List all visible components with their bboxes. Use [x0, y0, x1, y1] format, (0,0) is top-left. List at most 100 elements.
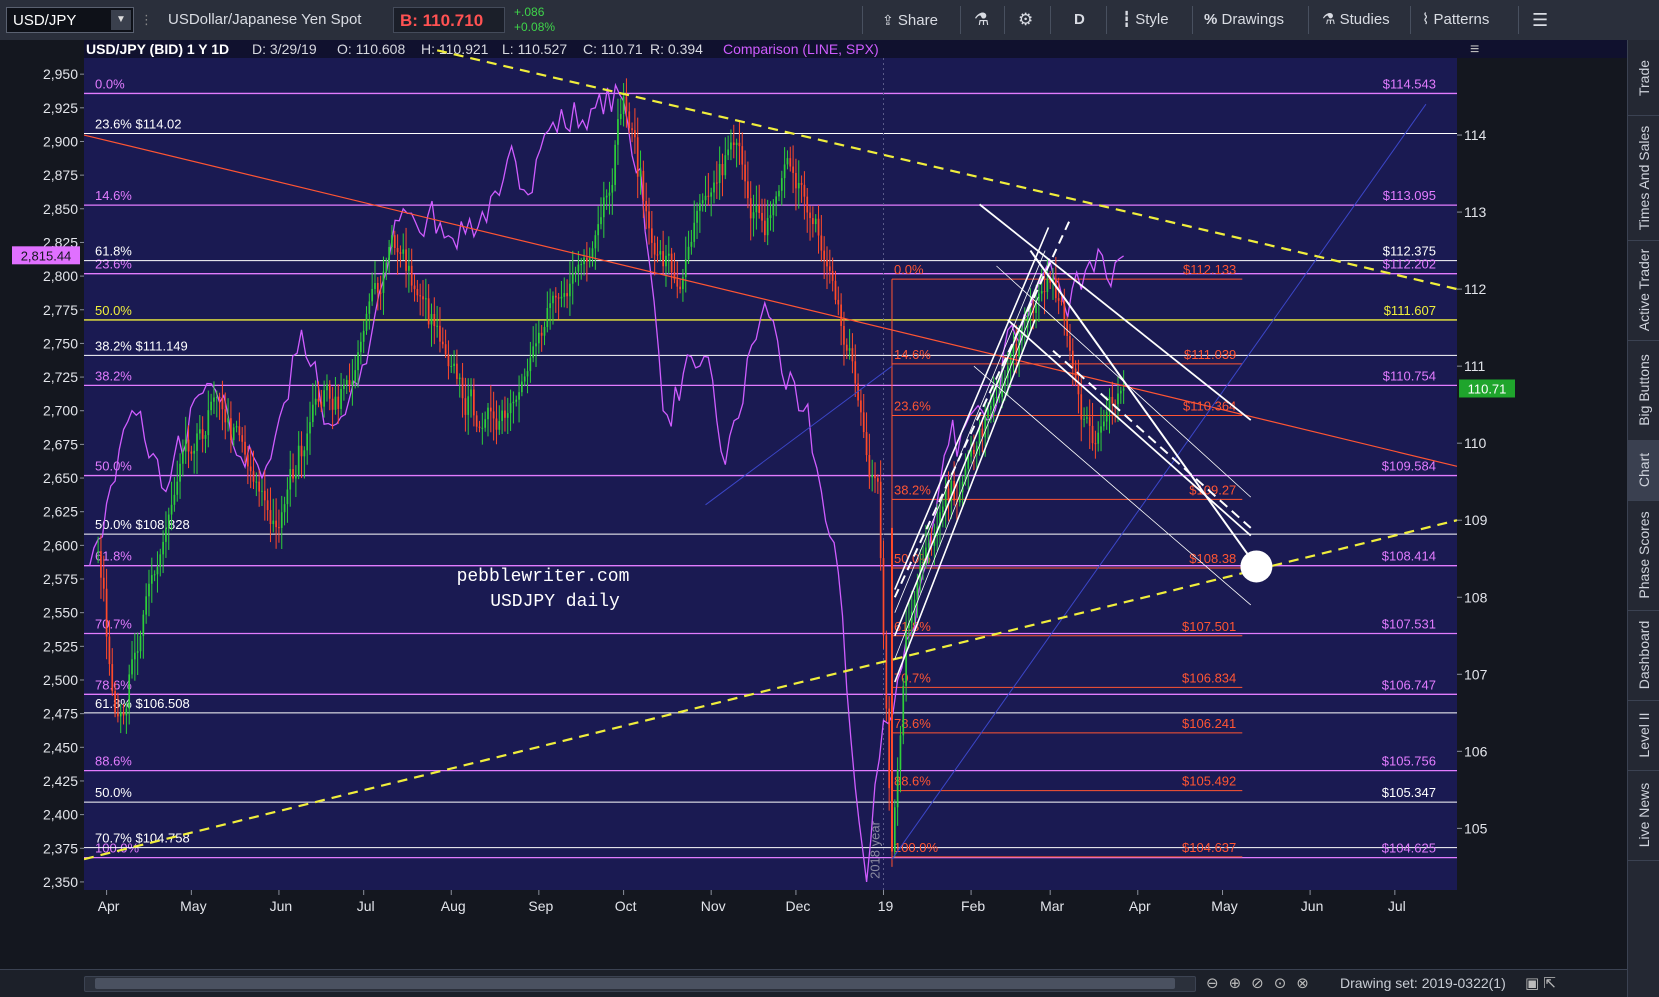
candle-body [300, 445, 303, 457]
timeframe-button[interactable]: D [1074, 0, 1085, 40]
candle-body [854, 361, 857, 384]
candle-body [489, 407, 492, 412]
candle-body [775, 196, 777, 204]
candle-body [569, 283, 571, 297]
drawings-button[interactable]: % Drawings [1204, 0, 1284, 40]
candle-body [941, 506, 944, 513]
side-tab-active-trader[interactable]: Active Trader [1628, 240, 1659, 341]
candle-body [227, 418, 229, 423]
x-tick-label: Apr [1129, 898, 1151, 914]
candle-body [557, 297, 560, 299]
candle-body [506, 413, 509, 418]
side-tab-trade[interactable]: Trade [1628, 40, 1659, 116]
side-tab-level-ii[interactable]: Level II [1628, 700, 1659, 771]
side-tab-phase-scores[interactable]: Phase Scores [1628, 500, 1659, 611]
candle-body [710, 192, 713, 197]
candle-body [699, 203, 701, 211]
candle-body [345, 380, 348, 385]
chart-area[interactable]: USD/JPY (BID) 1 Y 1D D: 3/29/19 O: 110.608… [0, 40, 1627, 969]
candle-body [453, 363, 455, 367]
studies-button[interactable]: ⚗ Studies [1322, 0, 1390, 40]
y-left-tick-label: 2,675 [43, 436, 78, 452]
divider [1518, 6, 1519, 34]
zoom-controls[interactable]: ⊖⊕⊘⊙⊗ [1206, 974, 1319, 992]
candle-body [509, 403, 512, 414]
candle-body [416, 289, 419, 296]
drawing-set-menu-icon[interactable]: ▣ ⇱ [1525, 974, 1556, 992]
x-tick-label: Aug [441, 898, 466, 914]
candle-body [704, 195, 707, 201]
red-fib-label: 0.0% [894, 262, 924, 277]
candle-body [732, 142, 735, 146]
menu-icon[interactable]: ☰ [1532, 0, 1548, 40]
candle-body [820, 235, 823, 251]
candle-body [1097, 432, 1100, 444]
candle-body [176, 481, 179, 495]
candle-body [577, 264, 580, 272]
candle-body [266, 500, 269, 511]
candle-body [201, 429, 204, 439]
y-left-tick-label: 2,350 [43, 874, 78, 890]
candle-body [713, 182, 715, 193]
candle-body [758, 205, 761, 213]
candle-body [645, 200, 648, 212]
patterns-button[interactable]: ⌇ Patterns [1422, 0, 1489, 40]
fib-level-price: $104.625 [1382, 841, 1436, 856]
candle-body [605, 195, 608, 198]
side-tab-times-and-sales[interactable]: Times And Sales [1628, 115, 1659, 241]
candle-body [413, 285, 416, 290]
red-fib-label: 23.6% [894, 398, 931, 413]
candle-body [701, 200, 704, 204]
side-tab-label: Chart [1636, 452, 1652, 488]
candle-body [424, 298, 427, 300]
candle-body [102, 577, 105, 589]
red-fib-price: $104.637 [1182, 840, 1236, 855]
candle-body [823, 250, 826, 260]
candle-body [792, 166, 794, 174]
chart-header-field: R: 0.394 [650, 41, 703, 57]
candle-body [153, 574, 156, 576]
y-left-tick-label: 2,750 [43, 335, 78, 351]
candle-body [780, 178, 783, 191]
divider [1308, 6, 1309, 34]
side-tab-big-buttons[interactable]: Big Buttons [1628, 340, 1659, 441]
candle-body [1091, 425, 1094, 444]
candle-body [244, 441, 246, 455]
candle-body [724, 155, 727, 176]
candle-body [916, 581, 919, 600]
link-icon[interactable]: ⋮ [140, 0, 153, 40]
candle-body [1069, 336, 1071, 351]
y-left-tick-label: 2,650 [43, 470, 78, 486]
horizontal-scrollbar[interactable] [84, 976, 1196, 992]
candle-body [478, 426, 481, 428]
candle-body [450, 366, 453, 368]
candle-body [498, 421, 501, 430]
side-tab-live-news[interactable]: Live News [1628, 770, 1659, 861]
candle-body [221, 398, 224, 410]
share-button[interactable]: ⇪ Share [882, 0, 938, 40]
gear-icon[interactable]: ⚙ [1018, 0, 1033, 40]
candle-body [275, 520, 277, 528]
candle-body [860, 400, 862, 413]
candle-body [331, 398, 334, 410]
candle-body [269, 510, 272, 525]
side-tab-dashboard[interactable]: Dashboard [1628, 610, 1659, 701]
candle-body [410, 265, 413, 286]
side-tab-chart[interactable]: Chart [1628, 440, 1659, 501]
scrollbar-thumb[interactable] [95, 978, 1175, 989]
candle-body [532, 346, 535, 358]
divider [960, 6, 961, 34]
candle-body [797, 182, 800, 189]
flask-icon[interactable]: ⚗ [974, 0, 989, 40]
chevron-down-icon[interactable]: ▼ [111, 10, 131, 30]
style-button[interactable]: ┇ Style [1122, 0, 1169, 40]
candle-body [537, 332, 540, 344]
candle-body [1088, 417, 1091, 426]
symbol-input[interactable]: USD/JPY ▼ [6, 7, 134, 33]
candle-body [625, 96, 628, 112]
candle-body [280, 512, 283, 528]
candle-body [475, 415, 478, 427]
candle-body [190, 451, 193, 454]
candle-body [343, 384, 345, 390]
chart-header-field: Comparison (LINE, SPX) [723, 41, 879, 57]
